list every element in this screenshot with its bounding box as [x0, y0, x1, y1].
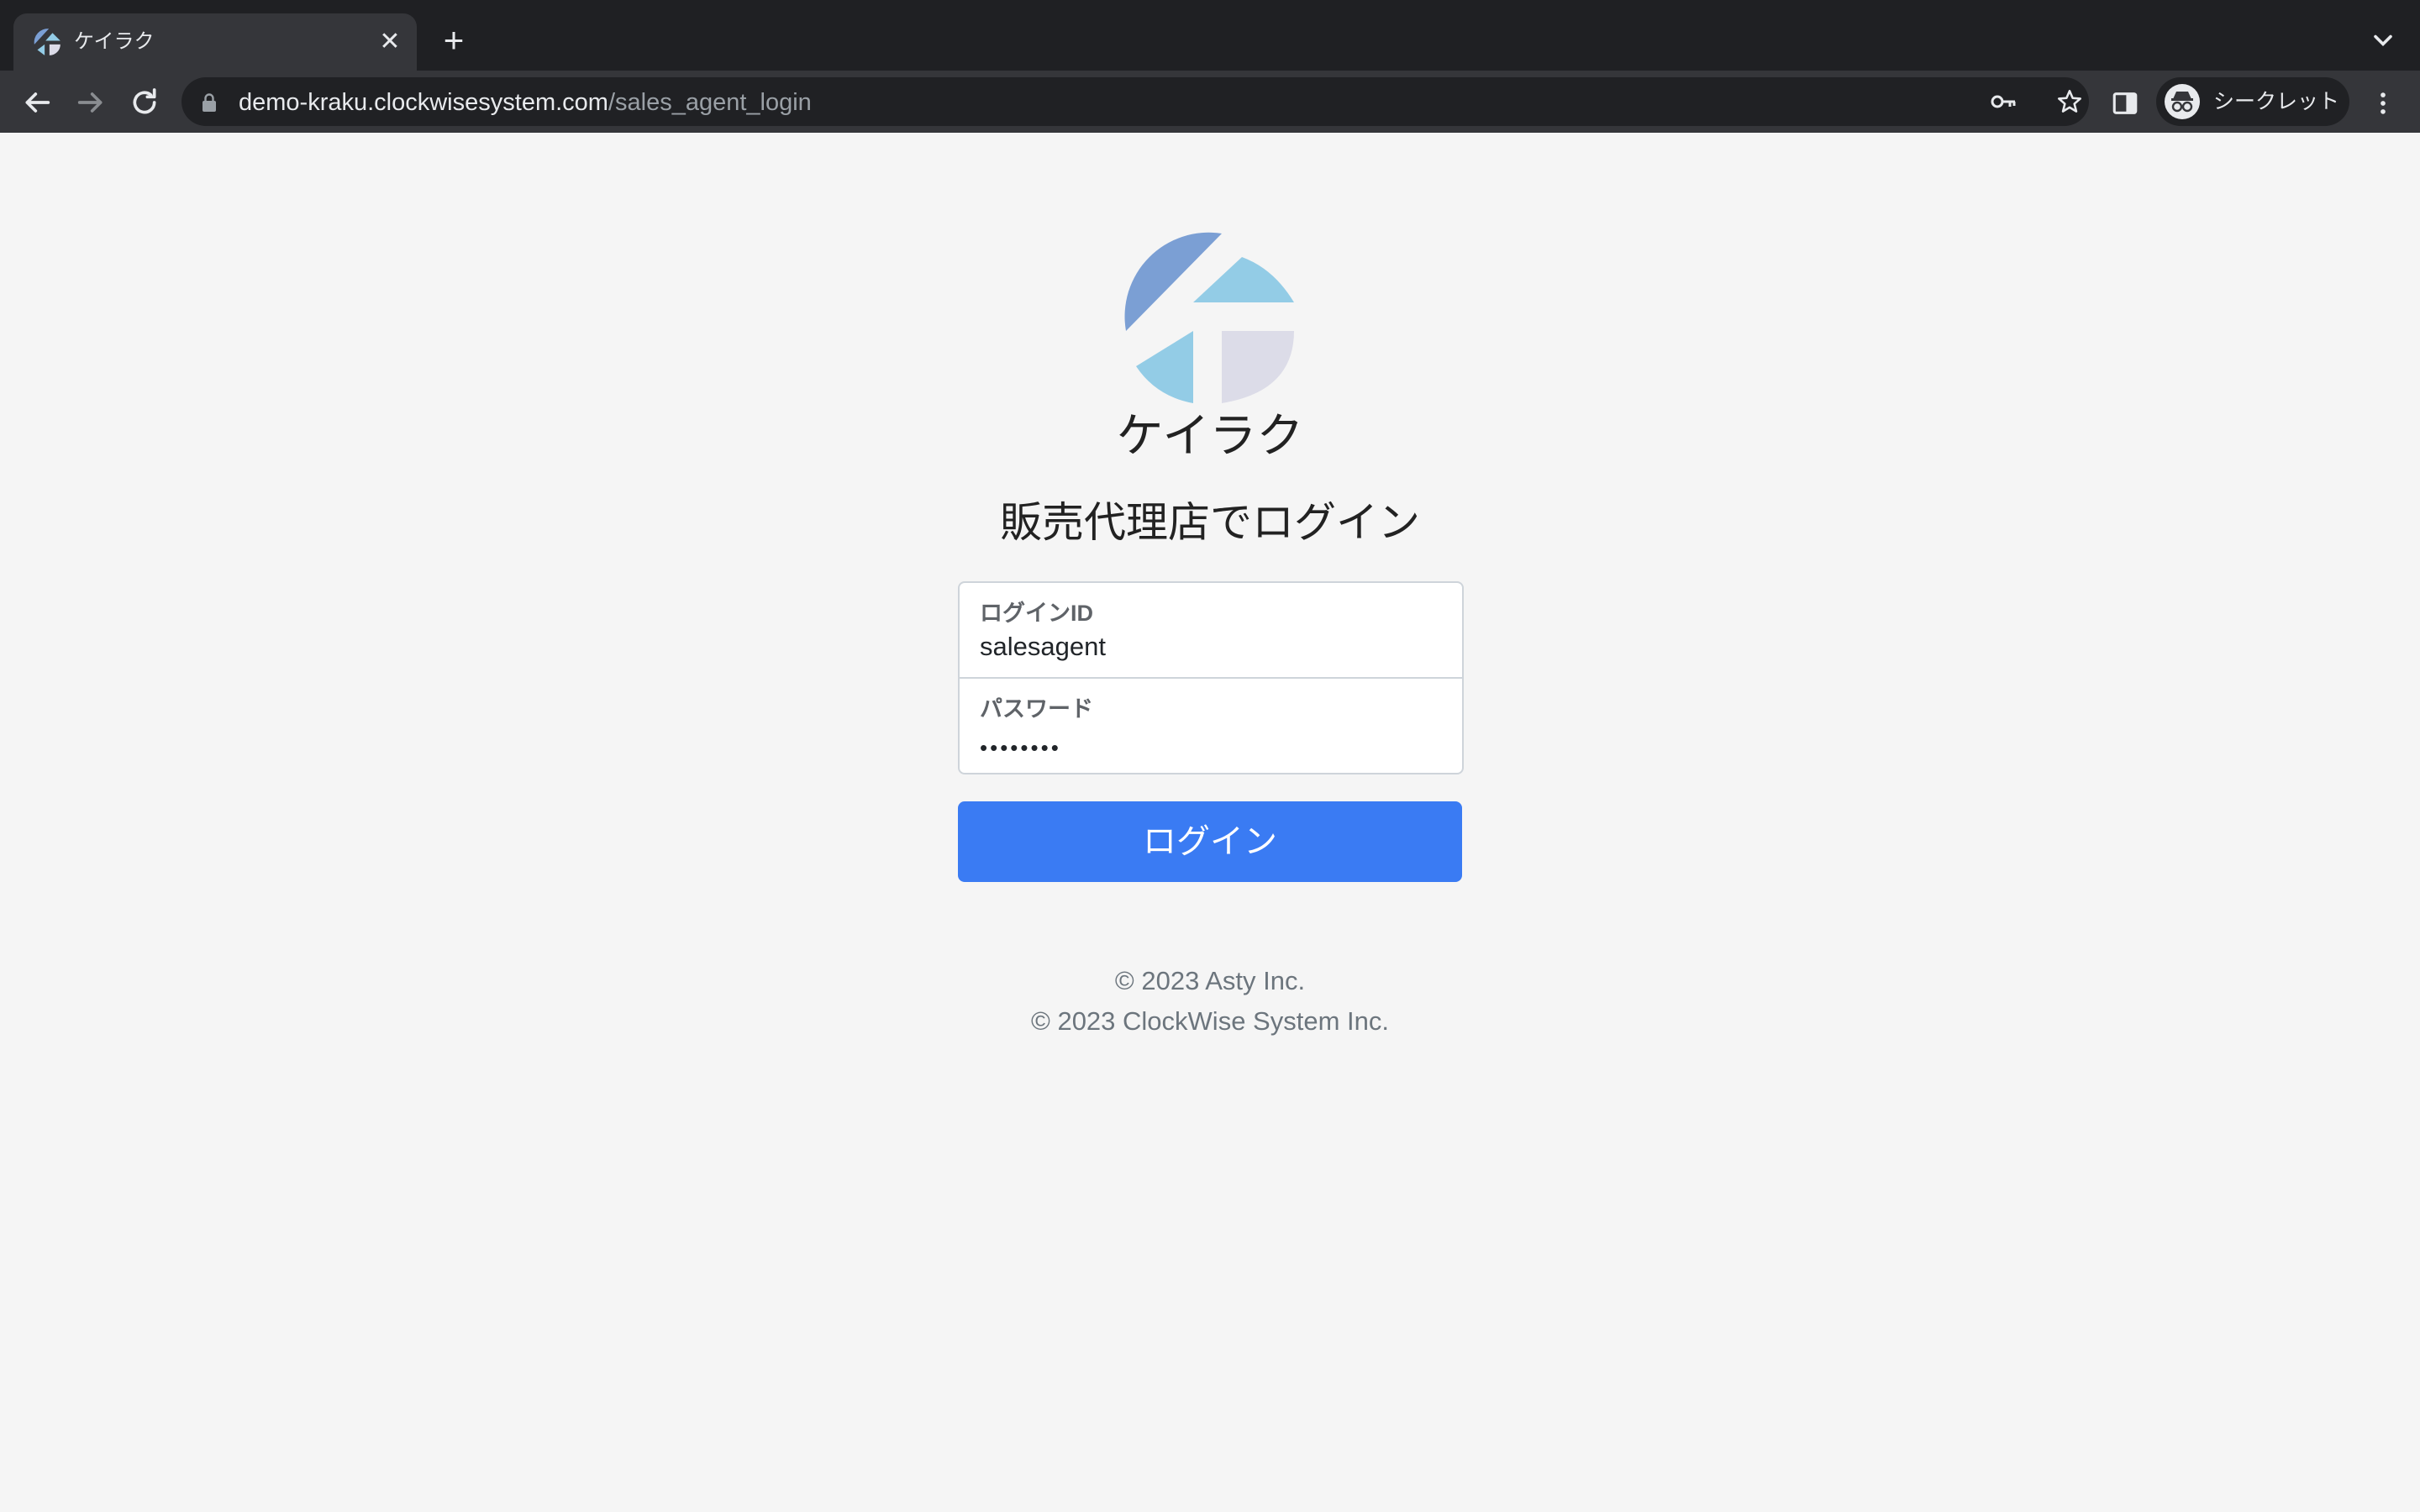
incognito-label: シークレット [2213, 90, 2340, 113]
copyright-clockwise: © 2023 ClockWise System Inc. [1031, 1006, 1389, 1036]
url-path: /sales_agent_login [608, 89, 812, 116]
tab-close-icon[interactable]: ✕ [375, 27, 405, 57]
page-title: 販売代理店でログイン [1000, 499, 1420, 546]
password-label: パスワード [980, 696, 1093, 722]
login-id-label: ログインID [980, 601, 1093, 626]
side-panel-icon[interactable] [2111, 89, 2139, 118]
site-logo-icon [34, 29, 60, 55]
login-id-field[interactable]: ログインID salesagent [960, 583, 1462, 677]
incognito-profile-button[interactable]: シークレット [2156, 77, 2349, 126]
back-arrow-icon[interactable] [20, 86, 54, 119]
incognito-icon [2165, 84, 2200, 119]
login-page: ケイラク 販売代理店でログイン ログインID salesagent パスワード … [0, 133, 2420, 1512]
browser-tab-bar: ケイラク ✕ + [0, 0, 2420, 71]
url-host: demo-kraku.clockwisesystem.com [239, 89, 608, 116]
key-icon[interactable] [1990, 89, 2018, 114]
browser-tab[interactable]: ケイラク ✕ [13, 13, 417, 71]
login-id-input[interactable]: salesagent [980, 630, 1106, 664]
browser-toolbar: demo-kraku.clockwisesystem.com/sales_age… [0, 71, 2420, 133]
new-tab-button[interactable]: + [437, 23, 471, 58]
tab-title: ケイラク [74, 30, 155, 53]
lock-icon[interactable] [200, 92, 218, 113]
address-bar[interactable]: demo-kraku.clockwisesystem.com/sales_age… [182, 77, 2089, 126]
reload-icon[interactable] [128, 86, 161, 119]
forward-arrow-icon[interactable] [74, 86, 108, 119]
bookmark-star-icon[interactable] [2055, 87, 2084, 116]
browser-menu-icon[interactable] [2368, 89, 2398, 118]
login-form: ログインID salesagent パスワード •••••••• [958, 581, 1464, 774]
password-input[interactable]: •••••••• [980, 731, 1061, 764]
tab-search-chevron-icon[interactable] [2368, 25, 2398, 55]
login-button[interactable]: ログイン [958, 801, 1462, 882]
copyright-asty: © 2023 Asty Inc. [1114, 966, 1306, 995]
brand-name: ケイラク [1116, 409, 1304, 462]
url-text[interactable]: demo-kraku.clockwisesystem.com/sales_age… [239, 89, 812, 116]
keiraku-logo [1124, 232, 1294, 403]
password-field[interactable]: パスワード •••••••• [960, 679, 1462, 773]
